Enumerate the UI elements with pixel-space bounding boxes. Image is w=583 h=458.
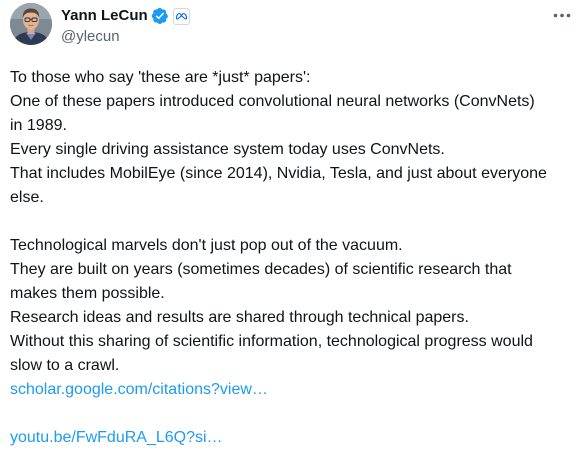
avatar[interactable]	[10, 3, 52, 45]
author-name[interactable]: Yann LeCun	[61, 6, 148, 26]
tweet: Yann LeCun @ylecun To those who say 'the…	[0, 0, 583, 458]
meta-logo-icon	[175, 12, 187, 20]
more-options-icon	[553, 13, 571, 17]
author-handle[interactable]: @ylecun	[61, 27, 543, 47]
tweet-line: Every single driving assistance system t…	[10, 141, 445, 158]
paragraph-break	[10, 402, 575, 426]
scholar-link[interactable]: scholar.google.com/citations?view…	[10, 378, 575, 402]
avatar-image	[10, 3, 52, 45]
tweet-line: They are built on years (sometimes decad…	[10, 261, 512, 278]
tweet-line: in 1989.	[10, 117, 67, 134]
tweet-line: else.	[10, 189, 44, 206]
tweet-line: slow to a crawl.	[10, 357, 120, 374]
tweet-header: Yann LeCun @ylecun	[61, 6, 543, 47]
meta-icon[interactable]	[172, 7, 190, 25]
paragraph-break	[10, 210, 575, 234]
more-options-button[interactable]	[551, 8, 573, 22]
tweet-line: One of these papers introduced convoluti…	[10, 93, 535, 110]
tweet-line: Without this sharing of scientific infor…	[10, 333, 533, 350]
tweet-line: Technological marvels don't just pop out…	[10, 237, 403, 254]
youtube-link[interactable]: youtu.be/FwFduRA_L6Q?si…	[10, 426, 575, 450]
verified-badge-icon	[151, 7, 168, 25]
tweet-line: To those who say 'these are *just* paper…	[10, 69, 311, 86]
tweet-text: To those who say 'these are *just* paper…	[10, 66, 575, 450]
tweet-line: That includes MobilEye (since 2014), Nvi…	[10, 165, 547, 182]
tweet-line: Research ideas and results are shared th…	[10, 309, 469, 326]
tweet-line: makes them possible.	[10, 285, 165, 302]
name-row: Yann LeCun	[61, 6, 543, 26]
